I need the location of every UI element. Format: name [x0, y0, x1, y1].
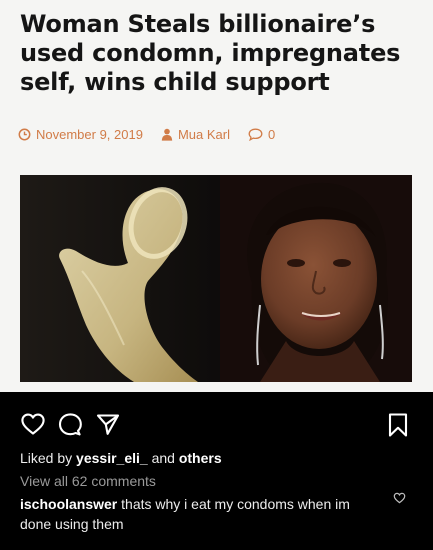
photo-illustration: [20, 175, 412, 382]
comment-item: ischoolanswer thats why i eat my condoms…: [20, 494, 380, 534]
send-icon[interactable]: [95, 412, 121, 441]
article-date[interactable]: November 9, 2019: [36, 127, 143, 142]
post-action-bar: [0, 412, 433, 438]
article-screenshot: Woman Steals billionaire’s used condomn,…: [0, 0, 433, 392]
clock-icon: [18, 128, 31, 141]
comment-bubble-icon: [248, 128, 263, 141]
liked-by-username[interactable]: yessir_eli_: [76, 450, 148, 466]
comment-username[interactable]: ischoolanswer: [20, 496, 117, 512]
view-all-comments-link[interactable]: View all 62 comments: [20, 473, 156, 489]
user-icon: [161, 128, 173, 141]
bookmark-icon[interactable]: [387, 412, 409, 443]
heart-icon[interactable]: [20, 412, 46, 441]
article-headline: Woman Steals billionaire’s used condomn,…: [20, 10, 401, 96]
article-author[interactable]: Mua Karl: [178, 127, 230, 142]
comment-icon[interactable]: [57, 412, 83, 441]
comment-like-heart-icon[interactable]: [393, 491, 406, 509]
article-comment-count[interactable]: 0: [268, 127, 275, 142]
liked-by-connector: and: [151, 450, 175, 466]
article-meta: November 9, 2019 Mua Karl 0: [18, 127, 275, 142]
liked-by-others[interactable]: others: [179, 450, 222, 466]
liked-by-prefix: Liked by: [20, 450, 73, 466]
article-photo: [20, 175, 412, 382]
liked-by-line: Liked by yessir_eli_ and others: [20, 450, 222, 466]
